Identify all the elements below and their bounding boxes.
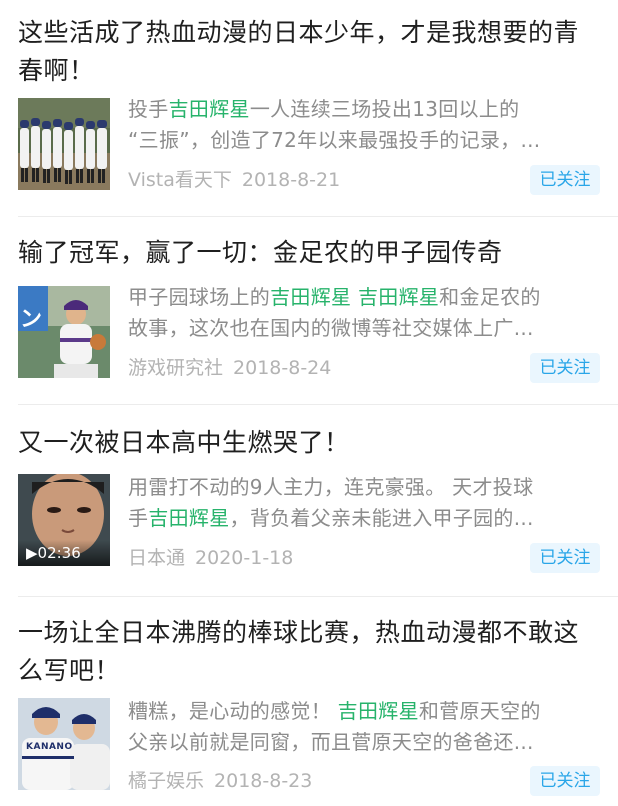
divider (18, 596, 618, 597)
snippet-line1: 糟糕，是心动的感觉！ 吉田辉星和菅原天空的 (128, 696, 600, 727)
article-thumbnail[interactable]: ン (18, 286, 110, 378)
divider (18, 216, 618, 217)
snippet-text: “三振”，创造了72年以来最强投手的记录，... (128, 128, 541, 152)
follow-button[interactable]: 已关注 (530, 165, 600, 195)
snippet-line2: “三振”，创造了72年以来最强投手的记录，... (128, 125, 600, 156)
snippet-text: 和菅原天空的 (418, 699, 541, 723)
snippet-text: 和金足农的 (439, 285, 541, 309)
source-name[interactable]: Vista看天下 (128, 169, 232, 191)
article-title-line1: 一场让全日本沸腾的棒球比赛，热血动漫都不敢这 (18, 618, 580, 647)
snippet-text: ，背负着父亲未能进入甲子园的... (229, 506, 534, 530)
video-thumbnail[interactable]: ▶02:36 (18, 474, 110, 566)
snippet-line2: 故事，这次也在国内的微博等社交媒体上广... (128, 313, 600, 344)
baseball-team-lineup-image (18, 98, 110, 190)
snippet-line1: 用雷打不动的9人主力，连克豪强。 天才投球 (128, 472, 600, 503)
svg-text:ン: ン (20, 307, 42, 332)
keyword-highlight: 吉田辉星 (168, 97, 250, 121)
article-snippet: 用雷打不动的9人主力，连克豪强。 天才投球 手吉田辉星，背负着父亲未能进入甲子园… (128, 472, 600, 534)
article-meta: 橘子娱乐 2018-8-23 (128, 769, 312, 793)
article-title-line1: 又一次被日本高中生燃哭了！ (18, 428, 350, 457)
publish-date: 2020-1-18 (195, 547, 294, 569)
article-title[interactable]: 输了冠军，赢了一切：金足农的甲子园传奇 (18, 234, 604, 272)
article-meta: 日本通 2020-1-18 (128, 546, 293, 570)
snippet-text: 父亲以前就是同窗，而且菅原天空的爸爸还... (128, 730, 534, 754)
article-snippet: 甲子园球场上的吉田辉星 吉田辉星和金足农的 故事，这次也在国内的微博等社交媒体上… (128, 282, 600, 344)
snippet-line2: 手吉田辉星，背负着父亲未能进入甲子园的... (128, 503, 600, 534)
follow-button[interactable]: 已关注 (530, 543, 600, 573)
article-thumbnail[interactable] (18, 98, 110, 190)
snippet-text: 甲子园球场上的 (128, 285, 271, 309)
article-title[interactable]: 这些活成了热血动漫的日本少年，才是我想要的青 春啊！ (18, 14, 604, 90)
article-meta: Vista看天下 2018-8-21 (128, 168, 340, 192)
article-thumbnail[interactable]: KANANO (18, 698, 110, 790)
article-title-line1: 这些活成了热血动漫的日本少年，才是我想要的青 (18, 18, 580, 47)
pitcher-photo-image: ン (18, 286, 110, 378)
article-title[interactable]: 又一次被日本高中生燃哭了！ (18, 424, 604, 462)
publish-date: 2018-8-23 (214, 770, 313, 792)
follow-button[interactable]: 已关注 (530, 353, 600, 383)
publish-date: 2018-8-24 (233, 357, 332, 379)
article-title-line1: 输了冠军，赢了一切：金足农的甲子园传奇 (18, 238, 503, 267)
snippet-text: 故事，这次也在国内的微博等社交媒体上广... (128, 316, 534, 340)
keyword-highlight: 吉田辉星 吉田辉星 (270, 285, 440, 309)
snippet-text: 用雷打不动的9人主力，连克豪强。 天才投球 (128, 475, 534, 499)
snippet-text: 一人连续三场投出13回以上的 (249, 97, 520, 121)
snippet-line1: 甲子园球场上的吉田辉星 吉田辉星和金足农的 (128, 282, 600, 313)
publish-date: 2018-8-21 (241, 169, 341, 191)
article-title-line2: 春啊！ (18, 56, 95, 85)
snippet-text: 投手 (128, 97, 169, 121)
article-title-line2: 么写吧！ (18, 656, 121, 685)
snippet-line1: 投手吉田辉星一人连续三场投出13回以上的 (128, 94, 600, 125)
keyword-highlight: 吉田辉星 (148, 506, 230, 530)
article-snippet: 糟糕，是心动的感觉！ 吉田辉星和菅原天空的 父亲以前就是同窗，而且菅原天空的爸爸… (128, 696, 600, 758)
snippet-text: 糟糕，是心动的感觉！ (128, 699, 338, 723)
article-meta: 游戏研究社 2018-8-24 (128, 356, 331, 380)
keyword-highlight: 吉田辉星 (337, 699, 419, 723)
divider (18, 404, 618, 405)
news-feed: 这些活成了热血动漫的日本少年，才是我想要的青 春啊！ 投手吉田辉星一人连续三场投… (0, 0, 618, 806)
snippet-line2: 父亲以前就是同窗，而且菅原天空的爸爸还... (128, 727, 600, 758)
snippet-text: 手 (128, 506, 149, 530)
source-name[interactable]: 橘子娱乐 (128, 770, 204, 792)
source-name[interactable]: 日本通 (128, 547, 185, 569)
video-duration-badge: ▶02:36 (18, 540, 110, 566)
article-snippet: 投手吉田辉星一人连续三场投出13回以上的 “三振”，创造了72年以来最强投手的记… (128, 94, 600, 156)
jersey-lettering: KANANO (26, 742, 73, 752)
source-name[interactable]: 游戏研究社 (128, 357, 223, 379)
follow-button[interactable]: 已关注 (530, 766, 600, 796)
article-title[interactable]: 一场让全日本沸腾的棒球比赛，热血动漫都不敢这 么写吧！ (18, 614, 604, 690)
